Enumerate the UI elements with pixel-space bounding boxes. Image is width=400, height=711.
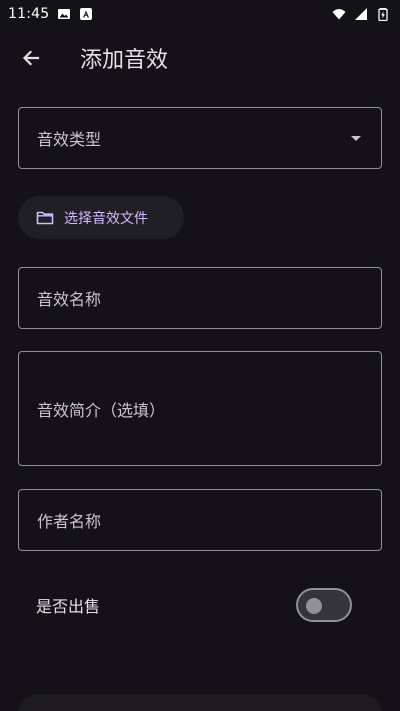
status-right (332, 7, 390, 21)
app-notification-icon (80, 8, 93, 20)
author-name-placeholder: 作者名称 (37, 512, 102, 531)
sound-name-field[interactable]: 音效名称 (18, 267, 382, 329)
sound-description-placeholder: 音效简介（选填） (37, 400, 166, 420)
arrow-back-icon (22, 50, 40, 66)
sound-name-placeholder: 音效名称 (37, 290, 102, 309)
battery-icon (378, 8, 388, 21)
sound-description-field[interactable]: 音效简介（选填） (18, 351, 382, 466)
app-bar: 添加音效 (0, 30, 400, 86)
status-left: 11:45 (8, 6, 93, 22)
for-sale-switch[interactable] (296, 588, 352, 622)
author-name-field[interactable]: 作者名称 (18, 489, 382, 551)
sound-type-select[interactable]: 音效类型 (18, 107, 382, 169)
bottom-action-card[interactable] (18, 694, 382, 711)
folder-icon (36, 211, 54, 224)
wifi-icon (332, 9, 346, 20)
choose-sound-file-button[interactable]: 选择音效文件 (18, 196, 184, 239)
signal-icon (355, 8, 367, 20)
page-title: 添加音效 (80, 48, 169, 73)
dropdown-arrow-icon (351, 135, 361, 141)
status-bar: 11:45 (0, 0, 400, 28)
switch-thumb (306, 598, 322, 614)
image-notification-icon (58, 9, 71, 19)
sound-type-placeholder: 音效类型 (37, 130, 102, 149)
status-time: 11:45 (8, 6, 50, 22)
choose-sound-file-label: 选择音效文件 (64, 210, 148, 227)
for-sale-row: 是否出售 (36, 585, 352, 625)
back-button[interactable] (7, 34, 55, 82)
add-sound-effect-screen: 11:45 添加音效 音效类型 选择音效文件 音效名称 音效简介（选填） 作者名… (0, 0, 400, 711)
for-sale-label: 是否出售 (36, 597, 101, 616)
